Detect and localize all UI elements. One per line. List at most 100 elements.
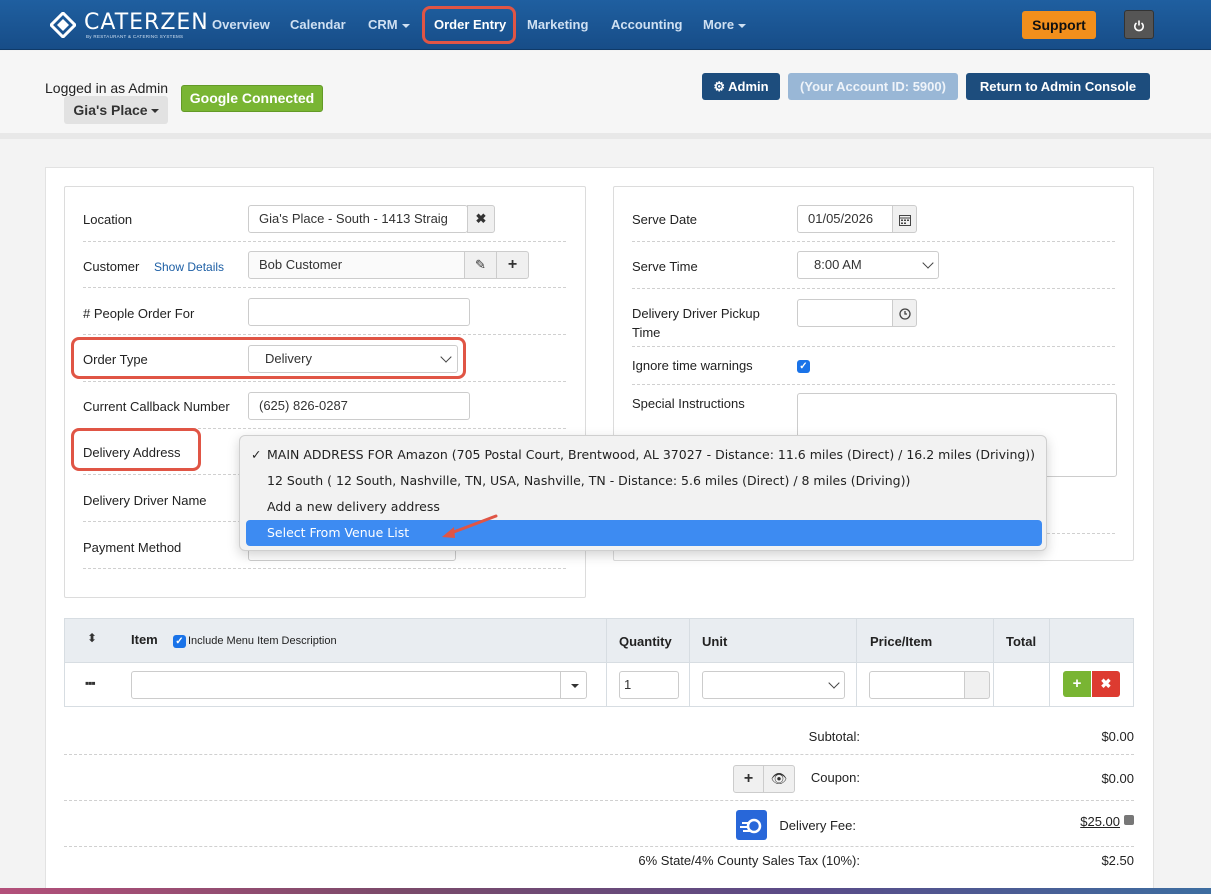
include-description-label: Include Menu Item Description — [188, 635, 337, 647]
column-divider — [1049, 619, 1050, 663]
nav-more[interactable]: More — [703, 17, 747, 32]
calendar-icon — [898, 214, 911, 226]
show-details-link[interactable]: Show Details — [154, 260, 224, 274]
address-option-12-south[interactable]: 12 South ( 12 South, Nashville, TN, USA,… — [246, 468, 1042, 494]
select-from-venue-list-option[interactable]: Select From Venue List — [246, 520, 1042, 546]
footer-strip — [0, 888, 1211, 894]
subtotal-label: Subtotal: — [808, 729, 860, 744]
total-header: Total — [1006, 634, 1037, 649]
price-header: Price/Item — [870, 634, 933, 649]
remove-item-button[interactable]: ✖ — [1092, 671, 1120, 697]
serve-time-label: Serve Time — [632, 259, 698, 274]
account-menu-button[interactable]: Gia's Place — [64, 96, 168, 124]
nav-crm[interactable]: CRM — [368, 17, 410, 32]
nav-overview[interactable]: Overview — [212, 17, 270, 32]
payment-method-label: Payment Method — [83, 540, 182, 555]
nav-accounting[interactable]: Accounting — [611, 17, 683, 32]
divider — [632, 241, 1115, 242]
delivery-fee-value[interactable]: $25.00 — [1020, 814, 1120, 829]
include-description-checkbox[interactable]: ✓ — [173, 635, 186, 648]
delivery-fee-label: Delivery Fee: — [779, 818, 856, 833]
driver-name-label: Delivery Driver Name — [83, 493, 207, 508]
divider — [632, 384, 1115, 385]
column-divider — [1049, 663, 1050, 707]
plus-icon: + — [507, 256, 518, 273]
logo-subtext: By RESTAURANT & CATERING SYSTEMS — [86, 34, 184, 39]
quantity-header: Quantity — [619, 634, 672, 649]
items-table-header: ⬍ Item ✓ Include Menu Item Description Q… — [64, 618, 1134, 663]
location-label: Location — [83, 212, 133, 227]
address-option-main[interactable]: ✓ MAIN ADDRESS FOR Amazon (705 Postal Cou… — [246, 442, 1042, 468]
price-input[interactable] — [869, 671, 965, 699]
nav-calendar[interactable]: Calendar — [290, 17, 346, 32]
people-count-input[interactable] — [248, 298, 470, 326]
account-menu-label: Gia's Place — [73, 102, 148, 118]
admin-button[interactable]: ⚙ Admin — [702, 73, 780, 100]
close-icon: ✖ — [1100, 676, 1112, 691]
customer-label: Customer — [83, 259, 140, 274]
add-item-button[interactable]: + — [1063, 671, 1091, 697]
divider — [64, 800, 1134, 801]
pickup-time-label: Delivery Driver Pickup — [632, 306, 760, 321]
serve-date-input[interactable]: 01/05/2026 — [797, 205, 893, 233]
serve-date-label: Serve Date — [632, 212, 698, 227]
clock-button[interactable] — [892, 299, 917, 327]
pencil-icon: ✎ — [475, 257, 486, 272]
item-header: Item — [131, 632, 158, 647]
nav-marketing[interactable]: Marketing — [527, 17, 588, 32]
customer-field[interactable]: Bob Customer — [248, 251, 465, 279]
order-entry-highlight — [422, 6, 516, 44]
edit-icon[interactable] — [1124, 815, 1134, 825]
item-dropdown-button[interactable] — [560, 671, 587, 699]
sales-tax-value: $2.50 — [1101, 853, 1134, 868]
item-select-input[interactable] — [131, 671, 561, 699]
plus-icon: + — [743, 770, 754, 787]
caterzen-logo[interactable]: CATERZEN By RESTAURANT & CATERING SYSTEM… — [50, 10, 208, 42]
clock-icon — [898, 307, 911, 320]
callback-label: Current Callback Number — [83, 399, 230, 414]
divider — [632, 346, 1115, 347]
logged-in-text: Logged in as Admin — [45, 80, 168, 96]
quantity-input[interactable]: 1 — [619, 671, 679, 699]
add-customer-button[interactable]: + — [496, 251, 529, 279]
gear-icon: ⚙ — [713, 79, 726, 94]
pickup-time-input[interactable] — [797, 299, 893, 327]
serve-time-select[interactable]: 8:00 AM — [797, 251, 939, 279]
power-button[interactable] — [1124, 10, 1154, 39]
column-divider — [689, 663, 690, 707]
account-id-badge: (Your Account ID: 5900) — [788, 73, 958, 100]
divider — [83, 334, 566, 335]
calendar-button[interactable] — [892, 205, 917, 233]
clear-location-button[interactable]: ✖ — [467, 205, 495, 233]
pickup-time-label-2: Time — [632, 325, 661, 340]
add-delivery-address-option[interactable]: Add a new delivery address — [246, 494, 1042, 520]
google-connected-button[interactable]: Google Connected — [181, 85, 323, 112]
divider — [64, 846, 1134, 847]
sort-icon[interactable]: ⬍ — [87, 631, 97, 645]
unit-header: Unit — [702, 634, 728, 649]
unit-select[interactable] — [702, 671, 845, 699]
close-icon: ✖ — [475, 211, 487, 226]
special-instructions-label: Special Instructions — [632, 396, 745, 411]
drag-grid-icon[interactable]: ▪▪▪ — [85, 676, 96, 690]
logo-text: CATERZEN — [84, 10, 209, 35]
top-navbar: CATERZEN By RESTAURANT & CATERING SYSTEM… — [0, 0, 1211, 50]
order-type-highlight — [71, 337, 466, 379]
column-divider — [856, 663, 857, 707]
power-icon — [1134, 20, 1144, 31]
ignore-warnings-checkbox[interactable]: ✓ — [797, 360, 810, 373]
subtotal-value: $0.00 — [1101, 729, 1134, 744]
location-field[interactable]: Gia's Place - South - 1413 Straig — [248, 205, 468, 233]
table-row: ▪▪▪ 1 + ✖ — [64, 663, 1134, 707]
return-admin-console-button[interactable]: Return to Admin Console — [966, 73, 1150, 100]
support-button[interactable]: Support — [1022, 11, 1096, 39]
delivery-address-highlight — [71, 428, 201, 471]
column-divider — [993, 619, 994, 663]
callback-number-input[interactable]: (625) 826-0287 — [248, 392, 470, 420]
delivery-address-dropdown: ✓ MAIN ADDRESS FOR Amazon (705 Postal Cou… — [239, 435, 1047, 551]
checkmark-icon: ✓ — [175, 636, 184, 647]
divider — [83, 381, 566, 382]
column-divider — [993, 663, 994, 707]
nav-more-label: More — [703, 17, 735, 32]
edit-customer-button[interactable]: ✎ — [464, 251, 497, 279]
